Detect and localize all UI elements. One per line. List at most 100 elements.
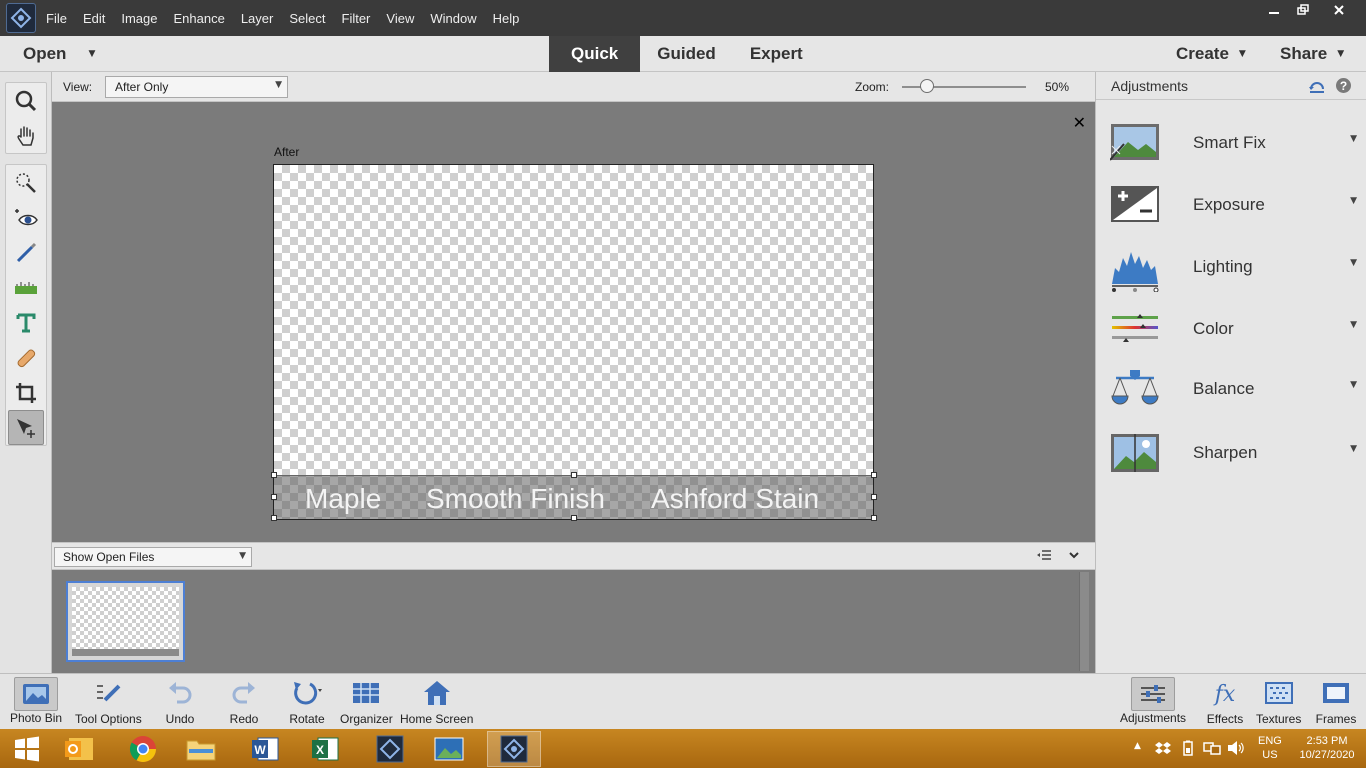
menu-file[interactable]: File — [46, 11, 67, 26]
frames-button[interactable]: Frames — [1314, 674, 1358, 730]
clock[interactable]: 2:53 PM 10/27/2020 — [1295, 734, 1359, 762]
menu-edit[interactable]: Edit — [83, 11, 105, 26]
spot-healing-tool[interactable] — [6, 340, 46, 375]
bin-scrollbar[interactable] — [1079, 572, 1089, 671]
taskbar-app-elements-organizer[interactable] — [363, 731, 417, 767]
adjustments-panel-button[interactable]: Adjustments — [1120, 674, 1186, 730]
taskbar-app-photos[interactable] — [422, 731, 476, 767]
transform-handle[interactable] — [271, 472, 277, 478]
whiten-teeth-tool[interactable] — [6, 235, 46, 270]
move-tool[interactable] — [8, 410, 44, 445]
network-icon[interactable] — [1203, 740, 1221, 759]
view-options-bar: View: After Only ▼ Zoom: 50% — [52, 72, 1095, 102]
taskbar-label: Textures — [1256, 712, 1302, 726]
photo-thumbnail[interactable] — [66, 581, 185, 662]
taskbar-label: Rotate — [289, 712, 325, 726]
transform-handle[interactable] — [271, 515, 277, 521]
menu-view[interactable]: View — [386, 11, 414, 26]
menu-help[interactable]: Help — [493, 11, 520, 26]
sharpen-icon — [1110, 432, 1160, 472]
view-dropdown[interactable]: After Only ▼ — [105, 76, 288, 98]
menu-filter[interactable]: Filter — [342, 11, 371, 26]
collapse-bin-button[interactable] — [1068, 549, 1080, 564]
bin-source-dropdown[interactable]: Show Open Files ▼ — [54, 547, 252, 567]
canvas-text-ashford-stain[interactable]: Ashford Stain — [651, 483, 819, 515]
open-button[interactable]: Open ▼ — [23, 36, 95, 72]
zoom-slider-thumb[interactable] — [920, 79, 934, 93]
transform-handle[interactable] — [571, 515, 577, 521]
transform-handle[interactable] — [871, 494, 877, 500]
transform-handle[interactable] — [871, 515, 877, 521]
hand-tool[interactable] — [6, 118, 46, 153]
crop-tool[interactable] — [6, 375, 46, 410]
canvas-text-maple[interactable]: Maple — [305, 483, 381, 515]
taskbar-label: Tool Options — [75, 712, 142, 726]
adjustment-label: Exposure — [1193, 195, 1265, 214]
redo-button[interactable]: Redo — [222, 674, 266, 730]
share-button[interactable]: Share ▼ — [1280, 36, 1344, 72]
adjustment-sharpen[interactable]: Sharpen ▼ — [1096, 432, 1366, 494]
chevron-down-icon: ▼ — [1350, 380, 1357, 390]
adjustment-smart-fix[interactable]: Smart Fix ▼ — [1096, 122, 1366, 184]
red-eye-tool[interactable] — [6, 200, 46, 235]
menu-image[interactable]: Image — [121, 11, 157, 26]
tab-expert[interactable]: Expert — [733, 36, 820, 72]
tab-guided[interactable]: Guided — [640, 36, 733, 72]
menu-window[interactable]: Window — [430, 11, 476, 26]
show-hidden-icons-button[interactable]: ▲ — [1134, 741, 1141, 751]
taskbar-app-elements-editor[interactable] — [487, 731, 541, 767]
menu-bar: File Edit Image Enhance Layer Select Fil… — [0, 0, 1366, 36]
taskbar-label: Organizer — [340, 712, 393, 726]
text-layer[interactable]: Maple Smooth Finish Ashford Stain — [274, 475, 873, 519]
adjustment-balance[interactable]: Balance ▼ — [1096, 368, 1366, 430]
adjustment-color[interactable]: Color ▼ — [1096, 308, 1366, 370]
menu-layer[interactable]: Layer — [241, 11, 274, 26]
close-icon — [1334, 5, 1344, 15]
close-document-button[interactable]: ✕ — [1073, 113, 1086, 132]
straighten-tool[interactable] — [6, 270, 46, 305]
clock-time: 2:53 PM — [1306, 735, 1348, 747]
document-canvas[interactable]: Maple Smooth Finish Ashford Stain — [271, 164, 877, 521]
battery-icon[interactable] — [1180, 740, 1196, 759]
close-window-button[interactable] — [1320, 0, 1358, 20]
adjustment-exposure[interactable]: Exposure ▼ — [1096, 184, 1366, 246]
chevron-down-icon: ▼ — [1350, 320, 1357, 330]
bin-menu-button[interactable] — [1036, 548, 1052, 565]
taskbar-app-word[interactable]: W — [238, 731, 292, 767]
start-button[interactable] — [0, 731, 54, 767]
transform-handle[interactable] — [571, 472, 577, 478]
undo-button[interactable]: Undo — [158, 674, 202, 730]
transform-handle[interactable] — [271, 494, 277, 500]
quick-selection-tool[interactable] — [6, 165, 46, 200]
canvas-text-smooth-finish[interactable]: Smooth Finish — [426, 483, 605, 515]
transform-handle[interactable] — [871, 472, 877, 478]
textures-button[interactable]: Textures — [1256, 674, 1301, 730]
reset-panel-button[interactable] — [1308, 77, 1326, 98]
balance-icon — [1110, 368, 1160, 408]
help-button[interactable]: ? — [1335, 77, 1352, 97]
adjustment-lighting[interactable]: Lighting ▼ — [1096, 246, 1366, 308]
tab-quick[interactable]: Quick — [549, 36, 641, 72]
tool-options-button[interactable]: Tool Options — [75, 674, 142, 730]
home-screen-button[interactable]: Home Screen — [400, 674, 473, 730]
taskbar-app-chrome[interactable] — [116, 731, 170, 767]
volume-icon[interactable] — [1227, 740, 1245, 759]
rotate-button[interactable]: Rotate — [285, 674, 329, 730]
chevron-down-icon: ▼ — [239, 551, 246, 561]
type-tool[interactable] — [6, 305, 46, 340]
menu-select[interactable]: Select — [289, 11, 325, 26]
effects-button[interactable]: fx Effects — [1203, 674, 1247, 730]
taskbar-app-outlook[interactable] — [52, 731, 106, 767]
taskbar-app-explorer[interactable] — [174, 731, 228, 767]
organizer-button[interactable]: Organizer — [340, 674, 393, 730]
taskbar-app-excel[interactable]: X — [298, 731, 352, 767]
zoom-tool[interactable] — [6, 83, 46, 118]
sliders-icon — [1131, 677, 1176, 711]
photo-bin-button[interactable]: Photo Bin — [10, 674, 62, 730]
language-indicator[interactable]: ENG US — [1258, 734, 1282, 762]
restore-button[interactable] — [1286, 0, 1320, 20]
create-button[interactable]: Create ▼ — [1176, 36, 1246, 72]
menu-enhance[interactable]: Enhance — [174, 11, 225, 26]
dropbox-icon[interactable] — [1155, 740, 1171, 759]
adjustment-label: Smart Fix — [1193, 133, 1266, 152]
